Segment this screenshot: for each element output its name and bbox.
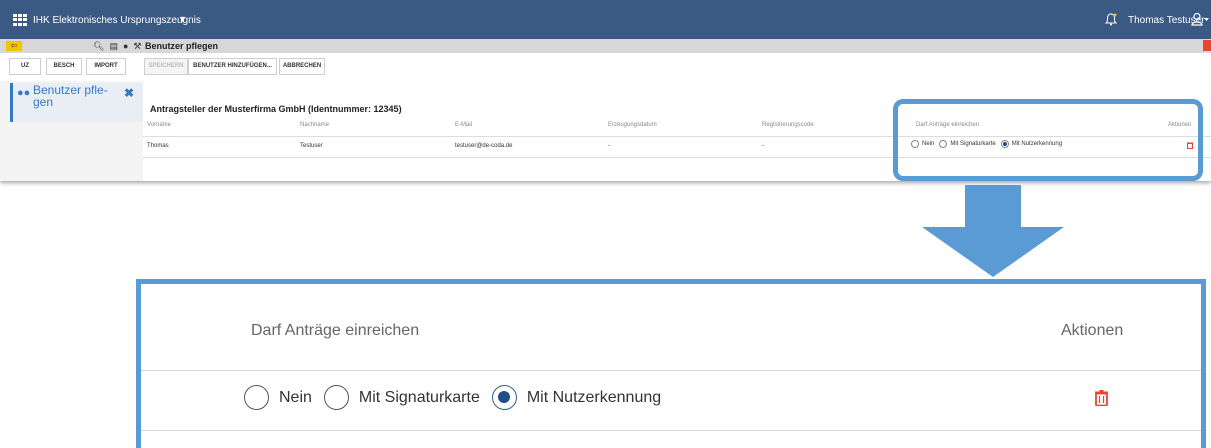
page-title: Benutzer pflegen	[145, 41, 219, 51]
uz-button[interactable]: UZ	[9, 58, 41, 75]
column-header-nachname[interactable]: Nachname	[300, 122, 329, 128]
radio-nein[interactable]	[244, 385, 269, 410]
cancel-button[interactable]: ABBRECHEN	[279, 58, 325, 75]
wrench-icon[interactable]: ⚒	[133, 40, 141, 52]
toolbar-icons: 🔍︎ ▤ ● ⚒	[93, 40, 141, 52]
application-screenshot: IHK Elektronisches Ursprungszeugnis ▼ Th…	[0, 0, 1211, 181]
close-icon[interactable]: ✖	[124, 86, 134, 100]
zoom-header-darf: Darf Anträge einreichen	[251, 322, 420, 339]
zoom-permission-radio-group: Nein Mit Signaturkarte Mit Nutzerkennung	[244, 385, 673, 410]
users-icon[interactable]: ●	[123, 40, 128, 52]
radio-label[interactable]: Nein	[279, 389, 312, 407]
besch-button[interactable]: BESCH	[46, 58, 82, 75]
cell-nachname: Testuser	[300, 143, 323, 149]
highlight-box	[893, 99, 1203, 181]
column-header-vorname[interactable]: Vorname	[147, 122, 171, 128]
search-icon[interactable]: 🔍︎	[93, 40, 104, 52]
app-title[interactable]: IHK Elektronisches Ursprungszeugnis	[33, 15, 201, 26]
bell-icon[interactable]	[1104, 12, 1118, 26]
cell-registrierungscode: -	[762, 143, 764, 149]
chevron-down-icon[interactable]: ▼	[178, 14, 187, 24]
trash-icon[interactable]	[1095, 390, 1108, 406]
zoom-detail-panel	[136, 279, 1206, 448]
column-header-erzeugungsdatum[interactable]: Erzeugungsdatum	[608, 122, 657, 128]
import-button[interactable]: IMPORT	[86, 58, 126, 75]
column-header-email[interactable]: E-Mail	[455, 122, 472, 128]
cell-email: testuser@de-coda.de	[455, 143, 513, 149]
column-header-registrierungscode[interactable]: Registrierungscode	[762, 122, 814, 128]
chart-icon[interactable]: ▤	[109, 40, 118, 52]
radio-label[interactable]: Mit Signaturkarte	[359, 389, 480, 407]
back-button[interactable]: ⇦	[6, 41, 22, 51]
sidebar-item-label[interactable]: Benutzer pfle-gen	[33, 84, 113, 108]
users-icon: ●●	[17, 87, 31, 99]
cell-vorname: Thomas	[147, 143, 169, 149]
apps-grid-icon[interactable]	[13, 14, 27, 26]
divider	[141, 430, 1201, 431]
divider	[141, 370, 1201, 371]
zoom-header-aktionen: Aktionen	[1061, 322, 1124, 339]
radio-label[interactable]: Mit Nutzerkennung	[527, 389, 661, 407]
user-menu-icon[interactable]	[1191, 12, 1209, 26]
radio-nutzerkennung[interactable]	[491, 385, 517, 410]
close-panel-icon[interactable]	[1203, 40, 1211, 51]
radio-signaturkarte[interactable]	[323, 385, 349, 410]
section-title: Antragsteller der Musterfirma GmbH (Iden…	[150, 104, 402, 114]
save-button[interactable]: SPEICHERN	[144, 58, 188, 75]
cell-erzeugungsdatum: -	[608, 143, 610, 149]
add-user-button[interactable]: BENUTZER HINZUFÜGEN...	[188, 58, 277, 75]
arrow-down-icon	[922, 185, 1064, 277]
